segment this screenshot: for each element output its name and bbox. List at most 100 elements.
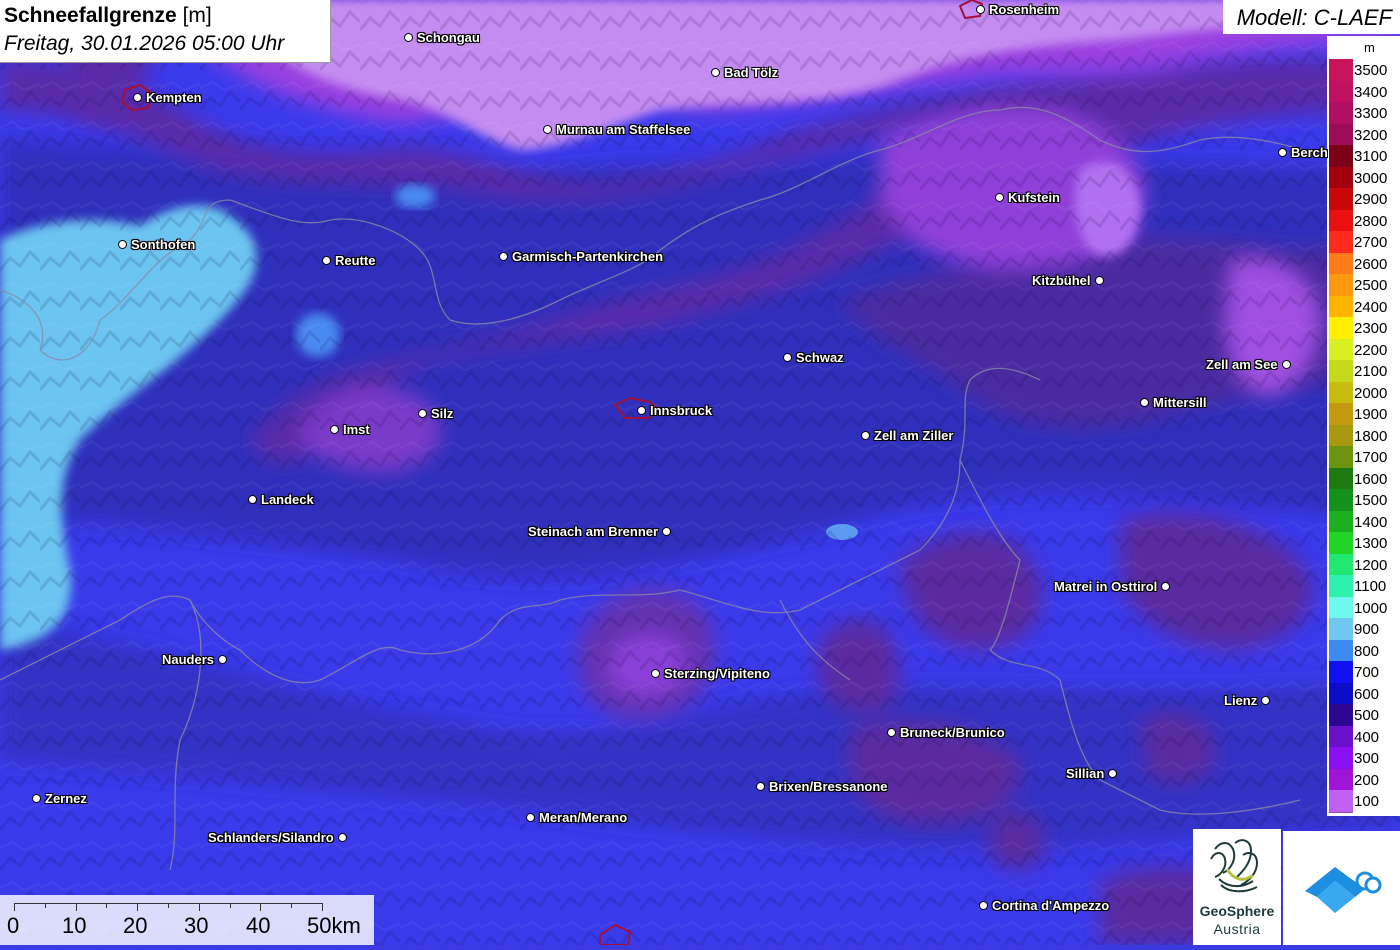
- scale-tick: [14, 903, 15, 911]
- legend-item: 2700: [1327, 231, 1400, 254]
- city-name: Reutte: [335, 253, 376, 268]
- legend-swatch: [1329, 59, 1353, 82]
- city-name: Berchtesgaden: [1291, 146, 1328, 160]
- city-name: Innsbruck: [650, 403, 713, 418]
- scale-label: 40: [246, 913, 271, 938]
- legend-item: 1500: [1327, 489, 1400, 512]
- legend-value: 3200: [1354, 126, 1388, 144]
- legend-value: 1000: [1354, 599, 1388, 617]
- legend-unit: m: [1364, 40, 1375, 55]
- legend-swatch: [1329, 145, 1353, 168]
- legend-value: 3000: [1354, 169, 1388, 187]
- city-dot-icon: [711, 68, 720, 78]
- city-label: Steinach am Brenner: [528, 525, 672, 539]
- city-label: Garmisch-Partenkirchen: [499, 250, 663, 264]
- snowline-map[interactable]: [0, 0, 1400, 945]
- city-label: Kufstein: [995, 191, 1060, 205]
- legend-swatch: [1329, 338, 1353, 361]
- legend-item: 2200: [1327, 338, 1400, 361]
- legend-item: 2800: [1327, 209, 1400, 232]
- city-label: Zell am Ziller: [861, 429, 953, 443]
- legend-swatch: [1329, 768, 1353, 791]
- city-label: Schlanders/Silandro: [208, 831, 347, 845]
- legend-value: 2100: [1354, 363, 1388, 380]
- legend-item: 2100: [1327, 360, 1400, 383]
- city-dot-icon: [637, 406, 646, 416]
- legend-item: 1300: [1327, 532, 1400, 555]
- legend-swatch: [1329, 381, 1353, 404]
- city-dot-icon: [861, 431, 870, 441]
- city-dot-icon: [976, 5, 985, 15]
- city-label: Imst: [330, 423, 370, 437]
- city-dot-icon: [330, 425, 339, 435]
- city-label: Sillian: [1066, 766, 1118, 781]
- city-name: Schwaz: [796, 350, 844, 365]
- legend-value: 100: [1354, 793, 1380, 810]
- scale-tick: [137, 903, 139, 911]
- legend-value: 2600: [1354, 255, 1388, 273]
- legend-item: 900: [1327, 618, 1400, 641]
- legend-swatch: [1329, 80, 1353, 103]
- scale-tick: [291, 903, 293, 908]
- city-label: Sterzing/Vipiteno: [651, 667, 770, 681]
- legend-item: 2300: [1327, 317, 1400, 340]
- color-legend: m 3500 3400 3300 3200 3100 3000 2900 2800 2700 26…: [1327, 36, 1400, 816]
- city-name: Sterzing/Vipiteno: [664, 666, 770, 681]
- legend-swatch: [1329, 661, 1353, 684]
- city-dot-icon: [979, 901, 988, 911]
- legend-value: 2000: [1354, 384, 1388, 402]
- city-label: Innsbruck: [637, 404, 712, 418]
- legend-value: 1900: [1354, 406, 1388, 423]
- city-name: Cortina d'Ampezzo: [992, 898, 1110, 913]
- legend-item: 800: [1327, 639, 1400, 662]
- city-label: Cortina d'Ampezzo: [979, 899, 1109, 913]
- scale-label: 20: [123, 913, 148, 938]
- city-dot-icon: [783, 353, 792, 363]
- legend-item: 2000: [1327, 381, 1400, 404]
- legend-swatch: [1329, 209, 1353, 232]
- geosphere-logo[interactable]: GeoSphere Austria: [1193, 829, 1281, 945]
- legend-value: 2200: [1354, 341, 1388, 359]
- city-name: Kempten: [146, 90, 202, 105]
- legend-item: 1100: [1327, 575, 1400, 598]
- legend-value: 2800: [1354, 212, 1388, 230]
- legend-value: 1300: [1354, 535, 1388, 552]
- city-name: Nauders: [162, 652, 215, 667]
- legend-item: 1700: [1327, 446, 1400, 469]
- legend-value: 800: [1354, 642, 1380, 660]
- legend-value: 1600: [1354, 470, 1388, 488]
- city-dot-icon: [1261, 696, 1271, 706]
- map-title-panel: Schneefallgrenze [m] Freitag, 30.01.2026…: [0, 0, 331, 63]
- city-dot-icon: [1161, 582, 1171, 592]
- city-dot-icon: [1094, 276, 1104, 286]
- legend-swatch: [1329, 682, 1353, 705]
- scale-tick: [106, 903, 108, 908]
- city-name: Sillian: [1066, 766, 1105, 781]
- legend-swatch: [1329, 704, 1353, 727]
- city-label: Kitzbühel: [1032, 274, 1104, 288]
- app-logo[interactable]: [1283, 831, 1400, 945]
- legend-swatch: [1329, 553, 1353, 576]
- legend-value: 2700: [1354, 234, 1388, 251]
- legend-item: 200: [1327, 768, 1400, 791]
- city-label: Kempten: [133, 91, 202, 105]
- scale-tick: [198, 903, 200, 911]
- title-parameter: Schneefallgrenze: [4, 4, 177, 27]
- city-name: Kufstein: [1008, 190, 1060, 205]
- legend-swatch: [1329, 123, 1353, 146]
- city-label: Sonthofen: [118, 238, 195, 252]
- legend-value: 200: [1354, 771, 1380, 789]
- city-name: Zell am Ziller: [874, 428, 954, 443]
- brand-line1: GeoSphere: [1199, 903, 1275, 919]
- city-dot-icon: [995, 193, 1004, 203]
- city-name: Bruneck/Brunico: [900, 725, 1005, 740]
- city-name: Zernez: [45, 791, 87, 806]
- city-dot-icon: [499, 252, 508, 262]
- legend-value: 600: [1354, 685, 1380, 703]
- scale-label: 0: [7, 913, 20, 938]
- legend-value: 1800: [1354, 427, 1388, 445]
- legend-value: 1200: [1354, 556, 1388, 574]
- city-name: Schongau: [417, 30, 480, 45]
- legend-swatch: [1329, 489, 1353, 512]
- legend-value: 2900: [1354, 191, 1388, 208]
